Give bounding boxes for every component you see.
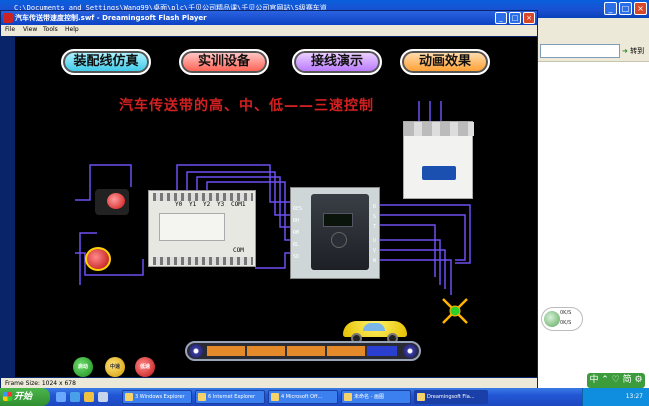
flash-maximize-button[interactable]: □ — [509, 12, 521, 24]
flash-app-icon — [3, 13, 13, 23]
minimize-button[interactable]: _ — [604, 2, 617, 15]
paint-icon — [344, 393, 352, 401]
widget-globe-icon — [544, 311, 560, 327]
system-tray: 13:27 — [582, 388, 649, 406]
conveyor-roller-icon — [403, 344, 417, 358]
flash-stage: 装配线仿真 实训设备 接线演示 动画效果 汽车传送带的高、中、低——三速控制 Y… — [15, 37, 537, 377]
plc-unit: Y0 Y1 Y2 Y3 COM1 COM — [148, 190, 256, 267]
medium-speed-button[interactable]: 中速 — [105, 357, 125, 377]
inverter-display — [323, 213, 353, 227]
taskbar-item-flash-player[interactable]: Dreamingsoft Fla... — [414, 390, 488, 404]
low-speed-button[interactable]: 低速 — [135, 357, 155, 377]
plc-terminal-y2: Y2 — [203, 201, 211, 208]
flash-player-window: 汽车传送带速度控制.swf - Dreamingsoft Flash Playe… — [0, 10, 538, 390]
maximize-button[interactable]: □ — [619, 2, 632, 15]
inverter-dial — [331, 232, 347, 248]
ime-toolbar[interactable]: 中 ⌃ ♡ 简 ⚙ — [587, 373, 645, 388]
taskbar-item-internet-explorer[interactable]: 6 Internet Explorer — [195, 390, 265, 404]
download-speed: 0K/S — [560, 320, 572, 326]
conveyor-roller-icon — [189, 344, 203, 358]
emergency-stop-button[interactable] — [81, 241, 119, 273]
wiring-diagram — [75, 101, 471, 324]
menu-file[interactable]: File — [5, 26, 15, 33]
internet-explorer-icon[interactable] — [70, 392, 80, 402]
go-button[interactable]: ➜ 转到 — [622, 44, 649, 58]
frequency-inverter: RES RH RM RL SD R S T U V W — [290, 187, 380, 279]
breaker-lever[interactable] — [422, 166, 456, 180]
folder-icon[interactable] — [84, 392, 94, 402]
flash-titlebar: 汽车传送带速度控制.swf - Dreamingsoft Flash Playe… — [1, 11, 537, 25]
menu-view[interactable]: View — [23, 26, 37, 33]
taskbar-item-paint[interactable]: 未命名 - 画图 — [341, 390, 411, 404]
start-button[interactable]: 开始 — [0, 388, 50, 406]
plc-terminal-y3: Y3 — [217, 201, 225, 208]
folder-icon — [125, 393, 133, 401]
office-icon — [271, 393, 279, 401]
plc-terminal-com: COM — [233, 247, 244, 254]
menu-help[interactable]: Help — [65, 26, 79, 33]
taskbar: 开始 3 Windows Explorer 6 Internet Explore… — [0, 388, 649, 406]
address-bar[interactable] — [540, 44, 620, 58]
windows-logo-icon — [3, 392, 12, 401]
flash-icon — [417, 393, 425, 401]
car-icon — [343, 313, 407, 344]
flash-window-title: 汽车传送带速度控制.swf - Dreamingsoft Flash Playe… — [15, 14, 207, 22]
ie-icon — [198, 393, 206, 401]
taskbar-item-windows-explorer[interactable]: 3 Windows Explorer — [122, 390, 192, 404]
media-icon[interactable] — [98, 392, 108, 402]
flash-minimize-button[interactable]: _ — [495, 12, 507, 24]
indicator-lamp — [95, 189, 129, 215]
plc-terminal-y0: Y0 — [175, 201, 183, 208]
plc-terminal-y1: Y1 — [189, 201, 197, 208]
clock: 13:27 — [625, 393, 643, 400]
show-desktop-icon[interactable] — [56, 392, 66, 402]
taskbar-item-microsoft-office[interactable]: 4 Microsoft Off... — [268, 390, 338, 404]
start-button[interactable]: 启动 — [73, 357, 93, 377]
plc-terminal-com1: COM1 — [231, 201, 246, 208]
go-arrow-icon: ➜ — [622, 47, 628, 55]
background-page — [538, 62, 649, 388]
flash-menubar: File View Tools Help — [1, 25, 537, 36]
close-button[interactable]: × — [634, 2, 647, 15]
flash-close-button[interactable]: × — [523, 12, 535, 24]
circuit-breaker — [403, 121, 474, 199]
menu-tools[interactable]: Tools — [43, 26, 58, 33]
upload-speed: 0K/S — [560, 310, 572, 316]
conveyor-belt — [185, 341, 421, 361]
